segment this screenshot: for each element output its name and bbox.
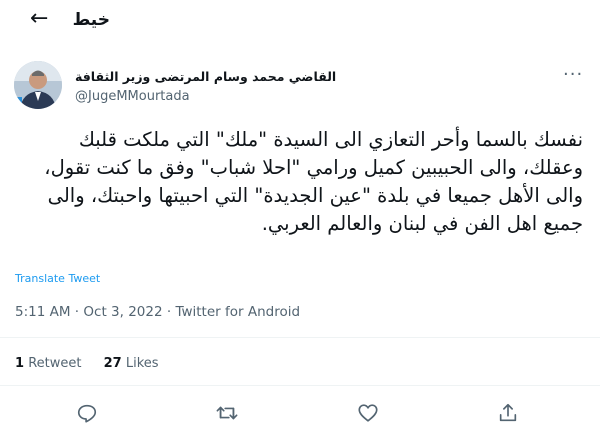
tweet-time[interactable]: 5:11 AM <box>15 304 71 320</box>
tweet-date[interactable]: Oct 3, 2022 <box>83 304 162 320</box>
reply-icon <box>77 404 97 423</box>
page-title: خيط <box>72 10 110 30</box>
like-count: 27 <box>103 356 122 371</box>
share-button[interactable] <box>497 402 519 424</box>
divider <box>0 337 600 338</box>
more-options-icon[interactable]: ··· <box>563 64 583 85</box>
tweet-stats: 1 Retweet 27 Likes <box>15 356 177 371</box>
retweet-count: 1 <box>15 356 25 371</box>
retweet-count-link[interactable]: 1 Retweet <box>15 356 81 371</box>
retweet-label: Retweet <box>28 356 82 371</box>
tweet-text: نفسك بالسما وأحر التعازي الى السيدة "ملك… <box>44 128 583 235</box>
reply-button[interactable] <box>76 402 98 424</box>
retweet-icon <box>216 406 238 420</box>
like-button[interactable] <box>357 402 379 424</box>
tweet-source[interactable]: Twitter for Android <box>175 304 300 320</box>
like-icon <box>358 404 378 422</box>
tweet-metadata: 5:11 AM · Oct 3, 2022 · Twitter for Andr… <box>15 304 300 320</box>
arrow-left-icon[interactable]: ← <box>30 8 48 30</box>
divider <box>0 385 600 386</box>
like-count-link[interactable]: 27 Likes <box>104 356 159 371</box>
share-icon <box>499 403 517 422</box>
author-handle[interactable]: @JugeMMourtada <box>75 89 190 104</box>
author-name[interactable]: القاضي محمد وسام المرتضى وزير الثقافة <box>75 69 336 84</box>
like-label: Likes <box>125 356 159 371</box>
retweet-button[interactable] <box>216 402 238 424</box>
avatar-image <box>14 61 62 109</box>
meta-separator: · <box>166 304 172 320</box>
avatar[interactable] <box>14 61 62 109</box>
translate-tweet-link[interactable]: Translate Tweet <box>15 272 100 285</box>
meta-separator: · <box>74 304 80 320</box>
